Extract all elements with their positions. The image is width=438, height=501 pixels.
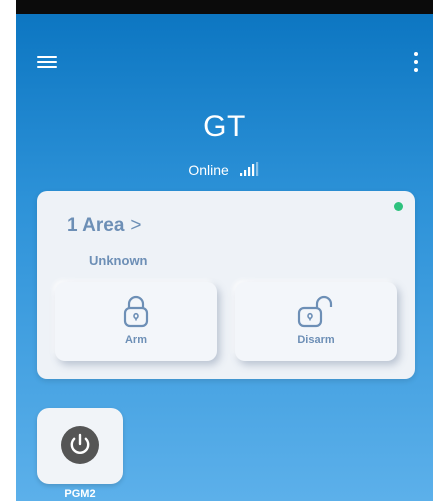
pgm-label: PGM2 [64,488,96,500]
arm-button[interactable]: Arm [55,282,217,361]
area-card: 1 Area > Unknown Arm Disarm [37,191,415,379]
connection-status-text: Online [188,162,229,178]
area-title: 1 Area [67,215,125,236]
power-icon [61,426,99,464]
area-title-link[interactable]: 1 Area > [67,215,142,237]
arm-button-label: Arm [124,334,147,346]
online-indicator-dot [394,202,403,211]
device-name: GT [203,110,246,143]
disarm-button[interactable]: Disarm [235,282,397,361]
status-bar [16,0,433,14]
app-screen: GT Online 1 Area > Unknown Arm Disarm PG… [16,0,433,501]
padlock-closed-icon [123,295,149,328]
hamburger-menu-icon[interactable] [37,54,57,70]
disarm-button-label: Disarm [297,334,335,346]
chevron-right-icon: > [130,215,142,236]
pgm-output-button[interactable] [37,408,123,484]
area-state: Unknown [89,253,148,268]
padlock-open-icon [297,295,333,328]
connection-status: Online [16,162,433,178]
more-vertical-icon[interactable] [411,50,421,74]
signal-strength-icon [239,162,258,176]
